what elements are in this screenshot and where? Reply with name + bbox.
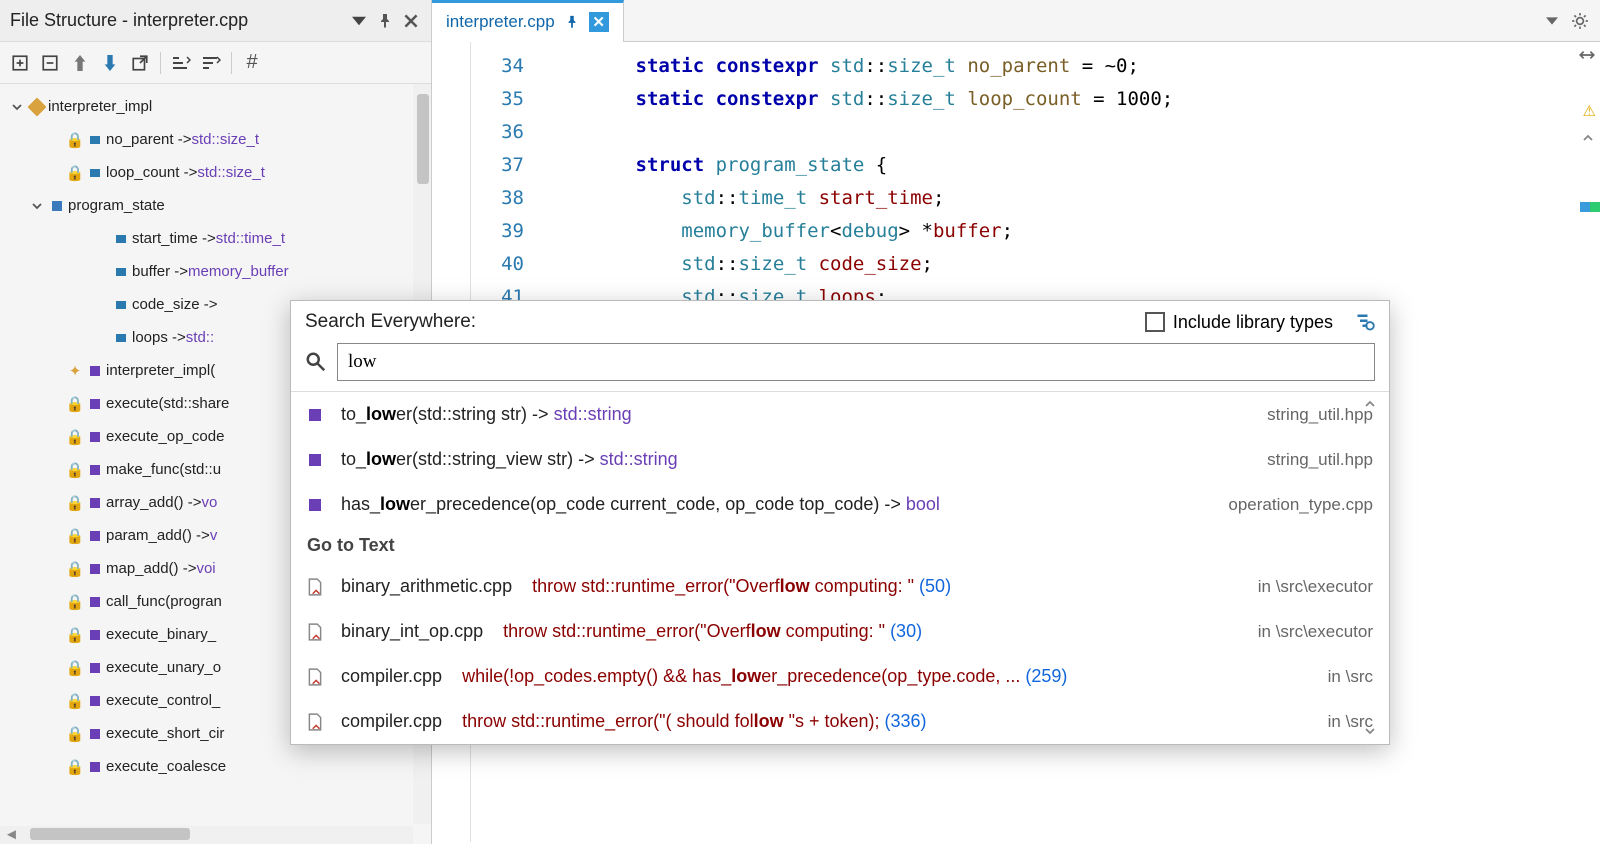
- close-tab-icon[interactable]: ✕: [589, 12, 609, 32]
- hash-icon[interactable]: #: [242, 53, 262, 73]
- horizontal-scrollbar[interactable]: ◄: [0, 826, 413, 844]
- tree-node-class[interactable]: interpreter_impl: [0, 90, 431, 123]
- result-row[interactable]: binary_int_op.cpp throw std::runtime_err…: [291, 609, 1389, 654]
- result-row[interactable]: to_lower(std::string str) -> std::string…: [291, 392, 1389, 437]
- result-row[interactable]: to_lower(std::string_view str) -> std::s…: [291, 437, 1389, 482]
- tree-node-member[interactable]: start_time -> std::time_t: [0, 222, 431, 255]
- tree-node-method[interactable]: 🔒execute_coalesce: [0, 750, 431, 783]
- search-input[interactable]: [337, 343, 1375, 381]
- results-list: to_lower(std::string str) -> std::string…: [291, 391, 1389, 744]
- result-row[interactable]: has_lower_precedence(op_code current_cod…: [291, 482, 1389, 527]
- expand-all-icon[interactable]: [10, 53, 30, 73]
- results-scroll-down-icon[interactable]: [1363, 724, 1377, 738]
- editor-markers: ⚠: [1574, 42, 1600, 842]
- result-row[interactable]: binary_arithmetic.cpp throw std::runtime…: [291, 564, 1389, 609]
- open-external-icon[interactable]: [130, 53, 150, 73]
- panel-title: File Structure - interpreter.cpp: [10, 10, 349, 31]
- tree-node-struct[interactable]: program_state: [0, 189, 431, 222]
- tree-node-member[interactable]: buffer -> memory_buffer: [0, 255, 431, 288]
- popup-title: Search Everywhere:: [305, 311, 476, 333]
- results-scroll-up-icon[interactable]: [1363, 397, 1377, 411]
- checkbox-icon[interactable]: [1145, 312, 1165, 332]
- search-icon: [305, 351, 327, 373]
- collapse-all-icon[interactable]: [40, 53, 60, 73]
- split-icon[interactable]: [1578, 46, 1596, 64]
- group-header: Go to Text: [291, 527, 1389, 564]
- editor-tab[interactable]: interpreter.cpp ✕: [432, 0, 624, 42]
- tree-node-field[interactable]: 🔒 loop_count -> std::size_t: [0, 156, 431, 189]
- code-editor[interactable]: 34 static constexpr std::size_t no_paren…: [474, 50, 1570, 314]
- nav-up-icon[interactable]: [70, 53, 90, 73]
- pin-tab-icon[interactable]: [565, 15, 579, 29]
- tab-dropdown-icon[interactable]: [1542, 11, 1562, 31]
- gear-icon[interactable]: [1570, 11, 1590, 31]
- editor-tabbar: interpreter.cpp ✕: [432, 0, 1600, 42]
- close-icon[interactable]: [401, 11, 421, 31]
- sort2-icon[interactable]: [201, 53, 221, 73]
- include-library-checkbox[interactable]: Include library types: [1145, 312, 1333, 333]
- warning-icon[interactable]: ⚠: [1583, 102, 1596, 120]
- scroll-up-icon[interactable]: [1582, 132, 1594, 144]
- panel-toolbar: #: [0, 42, 431, 84]
- pin-icon[interactable]: [375, 11, 395, 31]
- search-everywhere-popup: Search Everywhere: Include library types…: [290, 300, 1390, 745]
- panel-header: File Structure - interpreter.cpp: [0, 0, 431, 42]
- filter-icon[interactable]: [1355, 312, 1375, 332]
- sort-icon[interactable]: [171, 53, 191, 73]
- dropdown-icon[interactable]: [349, 11, 369, 31]
- result-row[interactable]: compiler.cpp while(!op_codes.empty() && …: [291, 654, 1389, 699]
- tree-node-field[interactable]: 🔒 no_parent -> std::size_t: [0, 123, 431, 156]
- nav-down-icon[interactable]: [100, 53, 120, 73]
- change-marker[interactable]: [1580, 202, 1600, 212]
- result-row[interactable]: compiler.cpp throw std::runtime_error("(…: [291, 699, 1389, 744]
